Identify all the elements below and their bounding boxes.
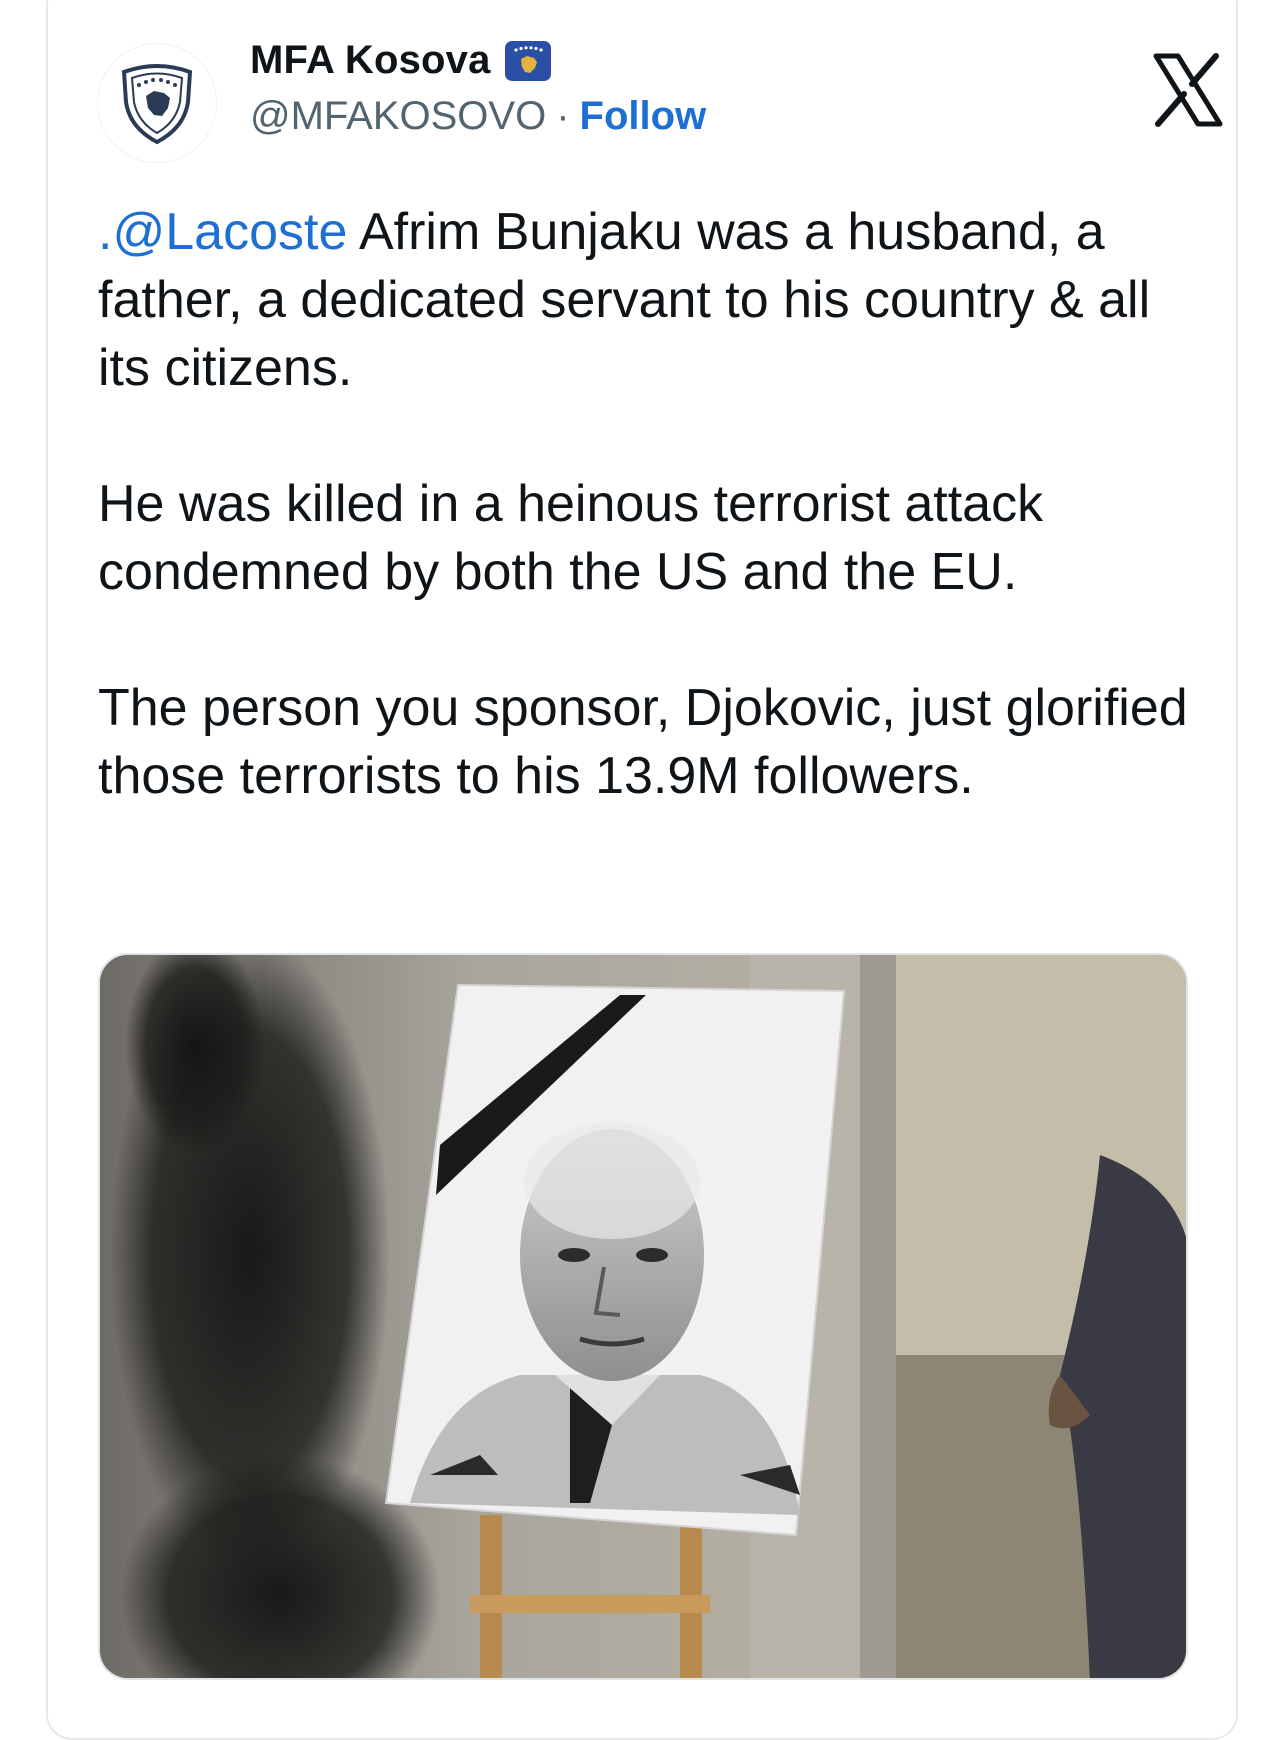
handle[interactable]: @MFAKOSOVO (250, 94, 546, 139)
kosovo-coat-of-arms-icon (121, 64, 193, 145)
x-logo-icon[interactable] (1148, 50, 1228, 130)
mention-link[interactable]: .@Lacoste (98, 203, 347, 261)
tweet-paragraph-2: He was killed in a heinous terrorist att… (98, 475, 1044, 601)
tweet-header: MFA Kosova @MFAKOSOVO · Follow (98, 30, 1223, 170)
avatar[interactable] (98, 44, 216, 162)
name-row: MFA Kosova (250, 38, 551, 83)
tweet-paragraph-3: The person you sponsor, Djokovic, just g… (98, 679, 1188, 805)
handle-row: @MFAKOSOVO · Follow (250, 94, 706, 139)
tweet-paragraph-1: .@Lacoste Afrim Bunjaku was a husband, a… (98, 198, 1208, 402)
tweet-media[interactable] (98, 953, 1188, 1680)
tweet-text: .@Lacoste Afrim Bunjaku was a husband, a… (98, 198, 1208, 810)
separator-dot: · (556, 94, 570, 138)
follow-button[interactable]: Follow (580, 94, 707, 139)
memorial-portrait-photo (100, 955, 1186, 1678)
kosovo-flag-icon (504, 40, 551, 81)
display-name[interactable]: MFA Kosova (250, 38, 491, 83)
